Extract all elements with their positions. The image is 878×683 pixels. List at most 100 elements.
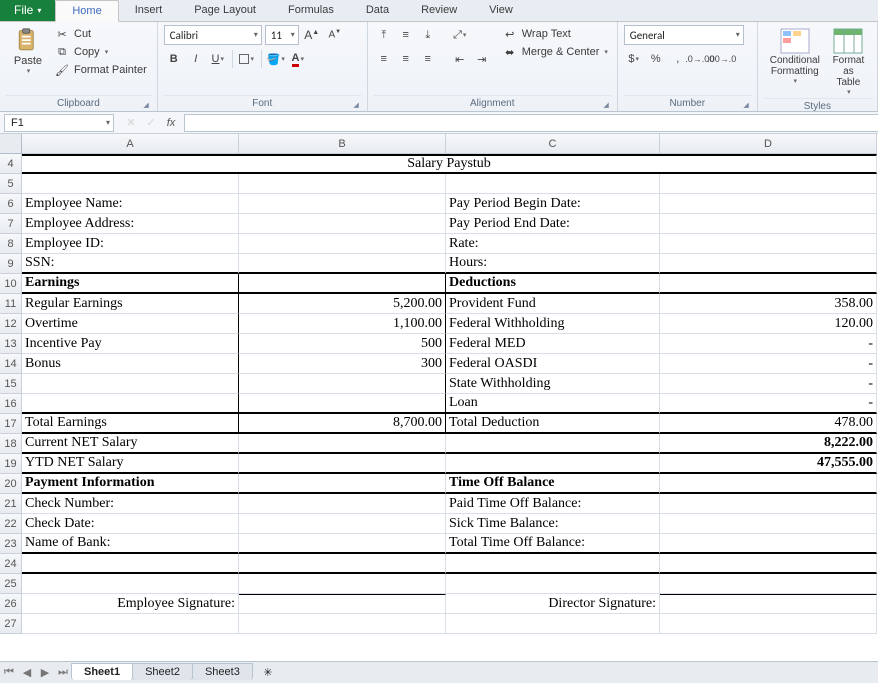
cell-A11[interactable]: Regular Earnings <box>22 294 239 314</box>
cell-B20[interactable] <box>239 474 446 494</box>
row-header-6[interactable]: 6 <box>0 194 22 214</box>
cell-B18[interactable] <box>239 434 446 454</box>
fx-enter[interactable]: ✓ <box>142 114 160 132</box>
cell-title[interactable]: Salary Paystub <box>22 154 877 174</box>
cell-B14[interactable]: 300 <box>239 354 446 374</box>
cell-D27[interactable] <box>660 614 877 634</box>
sheet-tab-3[interactable]: Sheet3 <box>192 663 253 680</box>
decrease-decimal-button[interactable]: .00→.0 <box>712 49 732 69</box>
row-header-27[interactable]: 27 <box>0 614 22 634</box>
cell-C8[interactable]: Rate: <box>446 234 660 254</box>
cell-A12[interactable]: Overtime <box>22 314 239 334</box>
copy-button[interactable]: ⧉ Copy <box>50 43 151 61</box>
cell-C11[interactable]: Provident Fund <box>446 294 660 314</box>
cell-D5[interactable] <box>660 174 877 194</box>
conditional-formatting-button[interactable]: Conditional Formatting <box>764 25 826 87</box>
increase-indent-button[interactable]: ⇥ <box>472 49 492 69</box>
row-header-11[interactable]: 11 <box>0 294 22 314</box>
font-color-button[interactable]: A <box>288 49 308 69</box>
tab-review[interactable]: Review <box>405 0 473 21</box>
row-header-23[interactable]: 23 <box>0 534 22 554</box>
cell-B27[interactable] <box>239 614 446 634</box>
group-label-clipboard[interactable]: Clipboard <box>6 95 151 111</box>
cell-C20[interactable]: Time Off Balance <box>446 474 660 494</box>
align-center-button[interactable]: ≡ <box>396 49 416 69</box>
cell-A25[interactable] <box>22 574 239 594</box>
cell-B24[interactable] <box>239 554 446 574</box>
cell-C15[interactable]: State Withholding <box>446 374 660 394</box>
cell-D25[interactable] <box>660 574 877 594</box>
cell-A7[interactable]: Employee Address: <box>22 214 239 234</box>
cell-D19[interactable]: 47,555.00 <box>660 454 877 474</box>
cell-B25[interactable] <box>239 574 446 594</box>
sheet-tab-2[interactable]: Sheet2 <box>132 663 193 680</box>
cell-C17[interactable]: Total Deduction <box>446 414 660 434</box>
cell-B21[interactable] <box>239 494 446 514</box>
tab-formulas[interactable]: Formulas <box>272 0 350 21</box>
cell-D18[interactable]: 8,222.00 <box>660 434 877 454</box>
row-header-19[interactable]: 19 <box>0 454 22 474</box>
row-header-13[interactable]: 13 <box>0 334 22 354</box>
cell-D10[interactable] <box>660 274 877 294</box>
cell-A6[interactable]: Employee Name: <box>22 194 239 214</box>
cell-B8[interactable] <box>239 234 446 254</box>
row-header-18[interactable]: 18 <box>0 434 22 454</box>
row-header-21[interactable]: 21 <box>0 494 22 514</box>
tab-file[interactable]: File <box>0 0 55 21</box>
percent-button[interactable]: % <box>646 49 666 69</box>
sheet-nav-last[interactable]: ⏭ <box>54 664 72 682</box>
cell-A20[interactable]: Payment Information <box>22 474 239 494</box>
cell-D22[interactable] <box>660 514 877 534</box>
cell-A9[interactable]: SSN: <box>22 254 239 274</box>
group-label-font[interactable]: Font <box>164 95 361 111</box>
row-header-22[interactable]: 22 <box>0 514 22 534</box>
bold-button[interactable]: B <box>164 49 184 69</box>
cell-B16[interactable] <box>239 394 446 414</box>
cell-C12[interactable]: Federal Withholding <box>446 314 660 334</box>
cell-D14[interactable]: - <box>660 354 877 374</box>
fx-cancel[interactable]: ✕ <box>122 114 140 132</box>
font-size-select[interactable]: 11 <box>265 25 299 45</box>
cell-B19[interactable] <box>239 454 446 474</box>
cell-A21[interactable]: Check Number: <box>22 494 239 514</box>
cut-button[interactable]: ✂ Cut <box>50 25 151 43</box>
row-header-10[interactable]: 10 <box>0 274 22 294</box>
align-left-button[interactable]: ≡ <box>374 49 394 69</box>
cell-B26[interactable] <box>239 594 446 614</box>
cell-A26[interactable]: Employee Signature: <box>22 594 239 614</box>
tab-data[interactable]: Data <box>350 0 405 21</box>
cell-D9[interactable] <box>660 254 877 274</box>
align-top-button[interactable]: ⤒ <box>374 25 394 45</box>
cell-B11[interactable]: 5,200.00 <box>239 294 446 314</box>
cell-C13[interactable]: Federal MED <box>446 334 660 354</box>
cell-C24[interactable] <box>446 554 660 574</box>
align-middle-button[interactable]: ≡ <box>396 25 416 45</box>
col-header-D[interactable]: D <box>660 134 877 154</box>
cell-D11[interactable]: 358.00 <box>660 294 877 314</box>
cell-A16[interactable] <box>22 394 239 414</box>
cell-C23[interactable]: Total Time Off Balance: <box>446 534 660 554</box>
row-header-12[interactable]: 12 <box>0 314 22 334</box>
cell-C27[interactable] <box>446 614 660 634</box>
cell-D12[interactable]: 120.00 <box>660 314 877 334</box>
sheet-tab-1[interactable]: Sheet1 <box>71 663 133 680</box>
row-header-17[interactable]: 17 <box>0 414 22 434</box>
decrease-indent-button[interactable]: ⇤ <box>450 49 470 69</box>
cell-A19[interactable]: YTD NET Salary <box>22 454 239 474</box>
wrap-text-button[interactable]: ↩ Wrap Text <box>498 25 612 43</box>
cell-C26[interactable]: Director Signature: <box>446 594 660 614</box>
cell-C18[interactable] <box>446 434 660 454</box>
cell-D16[interactable]: - <box>660 394 877 414</box>
row-header-20[interactable]: 20 <box>0 474 22 494</box>
cell-C10[interactable]: Deductions <box>446 274 660 294</box>
underline-button[interactable]: U <box>208 49 228 69</box>
cell-A15[interactable] <box>22 374 239 394</box>
cell-C22[interactable]: Sick Time Balance: <box>446 514 660 534</box>
cell-D23[interactable] <box>660 534 877 554</box>
cell-D24[interactable] <box>660 554 877 574</box>
cell-D20[interactable] <box>660 474 877 494</box>
group-label-number[interactable]: Number <box>624 95 751 111</box>
cell-B7[interactable] <box>239 214 446 234</box>
format-table-button[interactable]: Format as Table <box>826 25 871 98</box>
cell-D17[interactable]: 478.00 <box>660 414 877 434</box>
